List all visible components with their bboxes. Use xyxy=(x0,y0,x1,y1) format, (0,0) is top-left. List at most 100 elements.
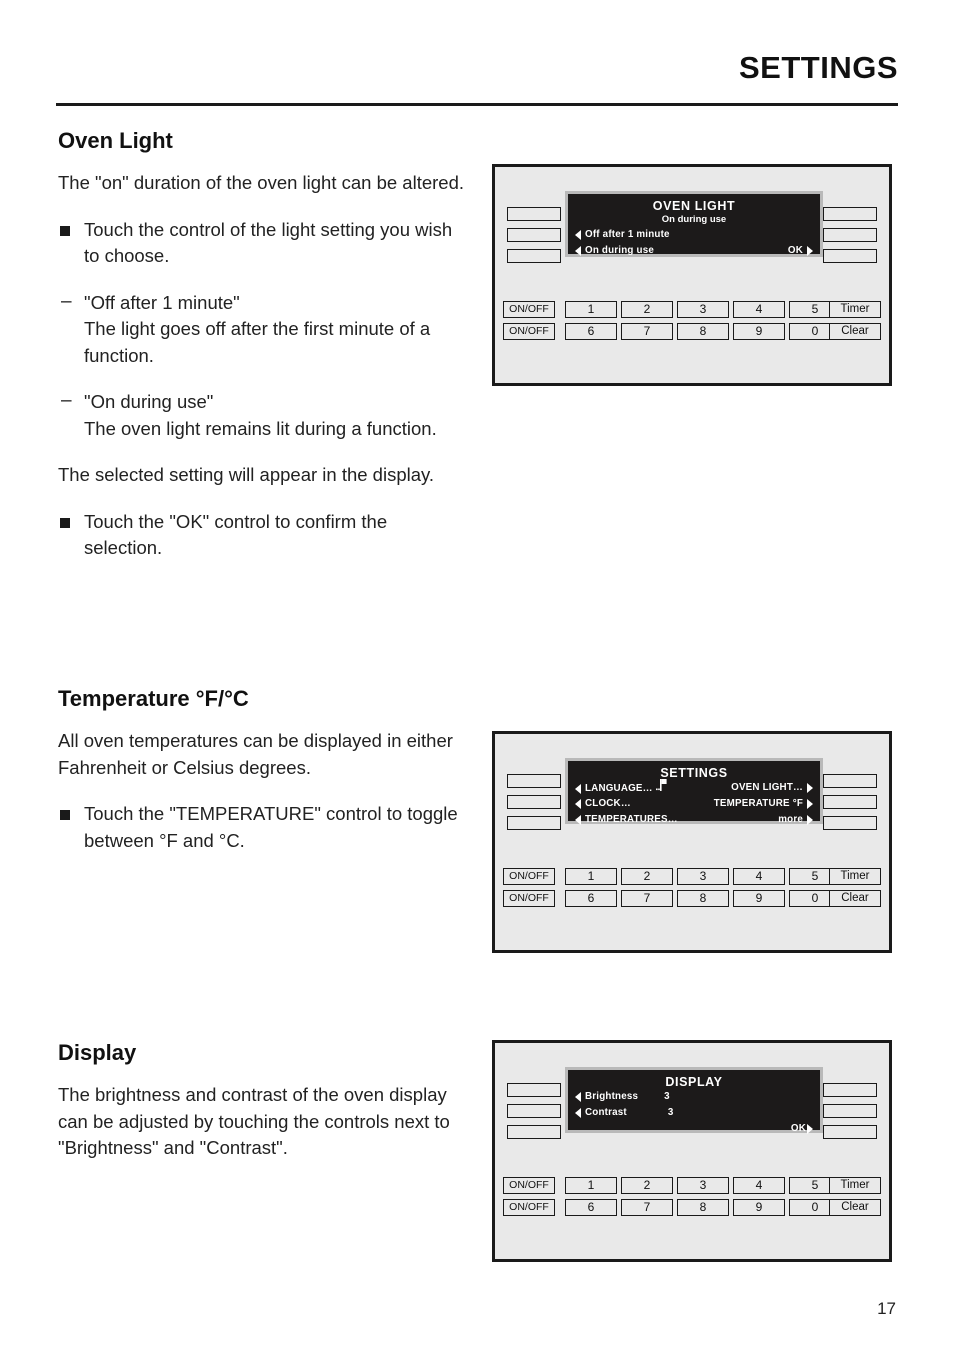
clear-button[interactable]: Clear xyxy=(829,323,881,340)
square-bullet-icon xyxy=(60,225,70,236)
key-3[interactable]: 3 xyxy=(677,1177,729,1194)
lcd-title: SETTINGS xyxy=(660,766,728,780)
soft-button-left-1[interactable] xyxy=(507,1083,561,1097)
lcd-option-temperatures[interactable]: TEMPERATURES… xyxy=(575,814,678,825)
key-6[interactable]: 6 xyxy=(565,1199,617,1216)
lcd-option-label: LANGUAGE… xyxy=(585,783,653,794)
key-2[interactable]: 2 xyxy=(621,868,673,885)
onoff-button-column: ON/OFF ON/OFF xyxy=(503,868,555,907)
bullet-item: Touch the "TEMPERATURE" control to toggl… xyxy=(58,801,468,854)
soft-button-right-2[interactable] xyxy=(823,228,877,242)
section-oven-light: Oven Light The "on" duration of the oven… xyxy=(58,128,468,582)
soft-button-left-1[interactable] xyxy=(507,207,561,221)
onoff-button-upper[interactable]: ON/OFF xyxy=(503,1177,555,1194)
key-6[interactable]: 6 xyxy=(565,890,617,907)
soft-button-left-3[interactable] xyxy=(507,249,561,263)
soft-button-left-1[interactable] xyxy=(507,774,561,788)
lcd-option-temperature-unit[interactable]: TEMPERATURE °F xyxy=(714,798,813,809)
key-7[interactable]: 7 xyxy=(621,1199,673,1216)
key-2[interactable]: 2 xyxy=(621,301,673,318)
soft-button-right-1[interactable] xyxy=(823,1083,877,1097)
key-7[interactable]: 7 xyxy=(621,323,673,340)
numeric-keypad: 1 2 3 4 5 6 7 8 9 0 xyxy=(565,868,841,907)
onoff-button-lower[interactable]: ON/OFF xyxy=(503,323,555,340)
soft-button-left-3[interactable] xyxy=(507,1125,561,1139)
lcd-option-more[interactable]: more xyxy=(778,814,813,825)
timer-button[interactable]: Timer xyxy=(829,1177,881,1194)
soft-button-right-1[interactable] xyxy=(823,774,877,788)
key-6[interactable]: 6 xyxy=(565,323,617,340)
function-key-column: Timer Clear xyxy=(829,868,881,907)
soft-button-right-2[interactable] xyxy=(823,795,877,809)
key-9[interactable]: 9 xyxy=(733,323,785,340)
timer-button[interactable]: Timer xyxy=(829,868,881,885)
soft-button-right-3[interactable] xyxy=(823,816,877,830)
section-heading-temperature: Temperature °F/°C xyxy=(58,686,249,711)
key-8[interactable]: 8 xyxy=(677,1199,729,1216)
onoff-button-column: ON/OFF ON/OFF xyxy=(503,301,555,340)
key-2[interactable]: 2 xyxy=(621,1177,673,1194)
soft-button-right-3[interactable] xyxy=(823,249,877,263)
lcd-option-label: OK xyxy=(787,245,803,256)
key-3[interactable]: 3 xyxy=(677,301,729,318)
soft-button-right-2[interactable] xyxy=(823,1104,877,1118)
soft-button-right-3[interactable] xyxy=(823,1125,877,1139)
lcd-option-oven-light[interactable]: OVEN LIGHT… xyxy=(731,782,813,793)
flag-icon xyxy=(655,779,669,792)
key-1[interactable]: 1 xyxy=(565,1177,617,1194)
key-9[interactable]: 9 xyxy=(733,1199,785,1216)
timer-button[interactable]: Timer xyxy=(829,301,881,318)
numeric-keypad: 1 2 3 4 5 6 7 8 9 0 xyxy=(565,1177,841,1216)
paragraph: The selected setting will appear in the … xyxy=(58,464,435,486)
section-heading-display: Display xyxy=(58,1040,137,1065)
key-8[interactable]: 8 xyxy=(677,890,729,907)
soft-button-left-2[interactable] xyxy=(507,795,561,809)
soft-button-left-3[interactable] xyxy=(507,816,561,830)
lcd-option-contrast[interactable]: Contrast 3 xyxy=(575,1107,674,1118)
key-1[interactable]: 1 xyxy=(565,301,617,318)
onoff-button-lower[interactable]: ON/OFF xyxy=(503,890,555,907)
lcd-option-ok[interactable]: OK xyxy=(791,1123,813,1134)
key-9[interactable]: 9 xyxy=(733,890,785,907)
lcd-option-off-after-1-minute[interactable]: Off after 1 minute xyxy=(575,229,670,240)
bullet-text: Touch the "OK" control to confirm the se… xyxy=(84,510,388,559)
onoff-button-upper[interactable]: ON/OFF xyxy=(503,301,555,318)
lcd-title: DISPLAY xyxy=(665,1075,723,1089)
brightness-value: 3 xyxy=(664,1091,670,1102)
right-soft-button-column xyxy=(823,207,877,263)
clear-button[interactable]: Clear xyxy=(829,890,881,907)
key-1[interactable]: 1 xyxy=(565,868,617,885)
key-8[interactable]: 8 xyxy=(677,323,729,340)
soft-button-left-2[interactable] xyxy=(507,228,561,242)
lcd-screen-display: DISPLAY Brightness 3 Contrast 3 OK xyxy=(565,1067,823,1134)
contrast-value: 3 xyxy=(667,1107,674,1118)
arrow-left-icon xyxy=(575,798,581,809)
keypad-row-1: 1 2 3 4 5 xyxy=(565,868,841,885)
square-bullet-icon xyxy=(60,810,70,821)
lcd-option-label: CLOCK… xyxy=(585,798,631,809)
arrow-right-icon xyxy=(807,245,813,256)
soft-button-left-2[interactable] xyxy=(507,1104,561,1118)
key-7[interactable]: 7 xyxy=(621,890,673,907)
key-3[interactable]: 3 xyxy=(677,868,729,885)
lcd-option-label: On during use xyxy=(585,245,655,256)
lcd-option-brightness[interactable]: Brightness 3 xyxy=(575,1091,670,1102)
onoff-button-lower[interactable]: ON/OFF xyxy=(503,1199,555,1216)
lcd-option-label: OK xyxy=(790,1123,806,1134)
key-4[interactable]: 4 xyxy=(733,868,785,885)
lcd-option-clock[interactable]: CLOCK… xyxy=(575,798,631,809)
clear-button[interactable]: Clear xyxy=(829,1199,881,1216)
arrow-right-icon xyxy=(807,1123,813,1134)
arrow-right-icon xyxy=(807,782,813,793)
lcd-option-ok[interactable]: OK xyxy=(788,245,813,256)
bullet-item: Touch the control of the light setting y… xyxy=(58,217,468,270)
onoff-button-upper[interactable]: ON/OFF xyxy=(503,868,555,885)
arrow-left-icon xyxy=(575,229,581,240)
lcd-option-on-during-use[interactable]: On during use xyxy=(575,245,654,256)
key-4[interactable]: 4 xyxy=(733,301,785,318)
soft-button-right-1[interactable] xyxy=(823,207,877,221)
bullet-text: "On during use" The oven light remains l… xyxy=(84,391,437,439)
lcd-option-language[interactable]: LANGUAGE… xyxy=(575,779,669,795)
arrow-left-icon xyxy=(575,1091,581,1102)
key-4[interactable]: 4 xyxy=(733,1177,785,1194)
